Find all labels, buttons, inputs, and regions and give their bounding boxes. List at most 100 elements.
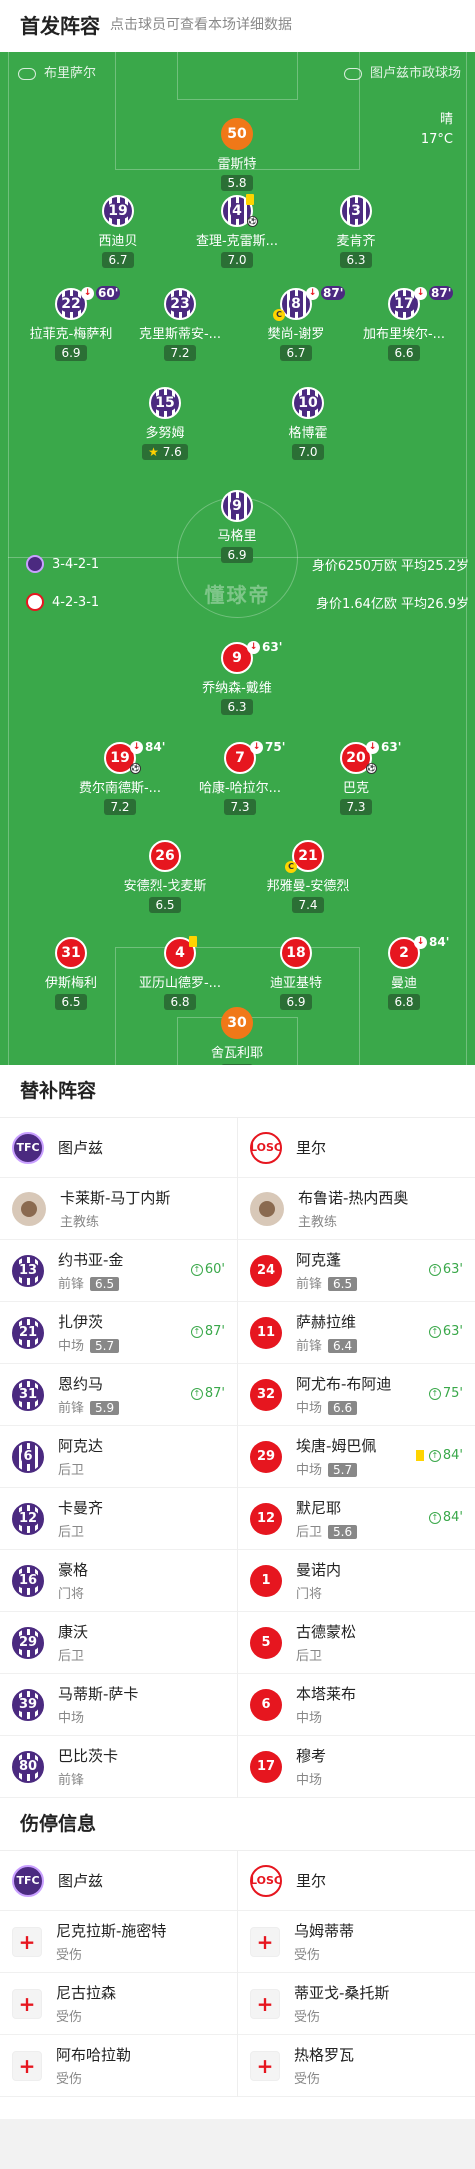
injuries-title: 伤停信息: [20, 1813, 97, 1835]
sub-position: 中场: [58, 1339, 85, 1354]
sub-player-row[interactable]: 21 扎伊茨 中场 5.7 ↑ 87': [0, 1302, 237, 1364]
jersey-number: 23: [164, 288, 196, 320]
sub-position: 后卫: [296, 1649, 323, 1664]
toulouse-player[interactable]: 17 ↓ 87' 加布里埃尔-... 6.6: [339, 286, 469, 361]
sub-player-row[interactable]: 1 曼诺内 门将: [238, 1550, 475, 1612]
sub-player-row[interactable]: 6 本塔莱布 中场: [238, 1674, 475, 1736]
sub-player-row[interactable]: 29 康沃 后卫: [0, 1612, 237, 1674]
injury-status: 受伤: [56, 2072, 83, 2087]
injury-row[interactable]: + 尼古拉森 受伤: [0, 1973, 237, 2035]
lille-player[interactable]: 30舍瓦利耶7.3: [172, 1007, 302, 1065]
injured-name: 蒂亚戈-桑托斯: [294, 1984, 390, 2002]
sub-player-row[interactable]: 31 恩约马 前锋 5.9 ↑ 87': [0, 1364, 237, 1426]
sub-player-row[interactable]: 29 埃唐-姆巴佩 中场 5.7 ↑ 84': [238, 1426, 475, 1488]
player-rating: 7.2: [164, 345, 196, 361]
toulouse-formation: 3-4-2-1: [26, 555, 99, 573]
jersey-number: 12: [250, 1502, 282, 1535]
injury-row[interactable]: + 热格罗瓦 受伤: [238, 2035, 475, 2097]
lille-player[interactable]: 9 ↓ 63' 乔纳森-戴维 6.3: [172, 640, 302, 715]
lille-formation: 4-2-3-1: [26, 593, 99, 611]
goal-ball-icon: ⚽: [130, 763, 141, 774]
injured-name: 热格罗瓦: [294, 2046, 355, 2064]
injured-name: 尼古拉森: [56, 1984, 117, 2002]
lille-player[interactable]: 26 安德烈-戈麦斯 6.5: [100, 840, 230, 913]
toulouse-logo-icon: [26, 555, 44, 573]
lille-player[interactable]: 20 ↓ 63' ⚽ 巴克 7.3: [291, 740, 421, 815]
injury-team-toulouse[interactable]: TFC 图卢兹: [0, 1851, 237, 1911]
injury-row[interactable]: + 尼克拉斯-施密特 受伤: [0, 1911, 237, 1973]
toulouse-player[interactable]: 50 雷斯特 5.8: [172, 118, 302, 191]
sub-in-badge: ↑ 75': [428, 1386, 463, 1401]
injury-team-lille[interactable]: LOSC 里尔: [238, 1851, 475, 1911]
player-name: 查理-克雷斯...: [195, 234, 279, 249]
sub-player-row[interactable]: 12 卡曼齐 后卫: [0, 1488, 237, 1550]
player-name: 西迪贝: [98, 234, 138, 249]
toulouse-player[interactable]: 19 西迪贝 6.7: [53, 195, 183, 268]
sub-player-row[interactable]: 11 萨赫拉维 前锋 6.4 ↑ 63': [238, 1302, 475, 1364]
lineup-header: 首发阵容 点击球员可查看本场详细数据: [0, 0, 475, 48]
jersey-number: 3: [340, 195, 372, 227]
toulouse-player[interactable]: 9 马格里 6.9: [172, 490, 302, 563]
injury-row[interactable]: + 乌姆蒂蒂 受伤: [238, 1911, 475, 1973]
sub-rating: 6.6: [328, 1401, 358, 1415]
jersey-number: 29: [250, 1440, 282, 1473]
player-rating: 6.8: [388, 994, 420, 1010]
injury-row[interactable]: + 阿布哈拉勒 受伤: [0, 2035, 237, 2097]
yellow-card-icon: [189, 936, 197, 947]
sub-player-row[interactable]: 24 阿克蓬 前锋 6.5 ↑ 63': [238, 1240, 475, 1302]
injury-status: 受伤: [56, 2010, 83, 2025]
lille-player[interactable]: 21 C 邦雅曼-安德烈 7.4: [243, 840, 373, 913]
player-name: 克里斯蒂安-...: [138, 327, 222, 342]
subs-team-lille[interactable]: LOSC 里尔: [238, 1118, 475, 1178]
jersey-number: 9: [221, 490, 253, 522]
player-name: 多努姆: [145, 426, 185, 441]
player-name: 巴克: [342, 781, 369, 796]
sub-name: 豪格: [58, 1561, 89, 1579]
subs-team-toulouse[interactable]: TFC 图卢兹: [0, 1118, 237, 1178]
sub-in-arrow-icon: ↑: [190, 1325, 203, 1338]
jersey-number: 9 ↓ 63': [221, 640, 282, 674]
sub-player-row[interactable]: 39 马蒂斯-萨卡 中场: [0, 1674, 237, 1736]
jersey-number: 20 ↓ 63' ⚽: [340, 740, 401, 774]
sub-in-arrow-icon: ↑: [190, 1387, 203, 1400]
lille-player[interactable]: 2 ↓ 84' 曼迪 6.8: [339, 935, 469, 1010]
coach-avatar: [12, 1191, 46, 1226]
jersey-number: 31: [55, 937, 87, 969]
lille-player[interactable]: 4 亚历山德罗-... 6.8: [115, 936, 245, 1010]
medical-cross-icon: +: [250, 2050, 280, 2081]
sub-in-arrow-icon: ↑: [428, 1263, 441, 1276]
sub-player-row[interactable]: 16 豪格 门将: [0, 1550, 237, 1612]
jersey-number: 18: [280, 937, 312, 969]
sub-arrow-icon: ↓: [130, 740, 143, 754]
sub-player-row[interactable]: 6 阿克达 后卫: [0, 1426, 237, 1488]
player-rating: 6.9: [221, 547, 253, 563]
sub-player-row[interactable]: 12 默尼耶 后卫 5.6 ↑ 84': [238, 1488, 475, 1550]
player-rating: 6.5: [55, 994, 87, 1010]
injury-row[interactable]: + 蒂亚戈-桑托斯 受伤: [238, 1973, 475, 2035]
toulouse-player[interactable]: 15 多努姆 ★ 7.6: [100, 387, 230, 460]
medical-cross-icon: +: [250, 1926, 280, 1957]
toulouse-player[interactable]: 4 ⚽ 查理-克雷斯... 7.0: [172, 194, 302, 268]
toulouse-player[interactable]: 3 麦肯齐 6.3: [291, 195, 421, 268]
jersey-number: 12: [12, 1502, 44, 1535]
sub-out-badge: ↓ 63': [366, 740, 401, 754]
sub-player-row[interactable]: 5 古德蒙松 后卫: [238, 1612, 475, 1674]
toulouse-player[interactable]: 10 格博霍 7.0: [243, 387, 373, 460]
coach-row[interactable]: 卡莱斯-马丁内斯 主教练: [0, 1178, 237, 1240]
sub-player-row[interactable]: 80 巴比茨卡 前锋: [0, 1736, 237, 1798]
toulouse-player[interactable]: 23 克里斯蒂安-... 7.2: [115, 288, 245, 361]
lille-player[interactable]: 19 ↓ 84' ⚽ 费尔南德斯-... 7.2: [55, 740, 185, 815]
sub-position: 前锋: [58, 1401, 85, 1416]
jersey-number: 32: [250, 1378, 282, 1411]
jersey-number: 21: [12, 1316, 44, 1349]
toulouse-logo-icon: TFC: [12, 1131, 44, 1164]
player-name: 麦肯齐: [336, 234, 376, 249]
sub-player-row[interactable]: 17 穆考 中场: [238, 1736, 475, 1798]
jersey-number: 17: [250, 1750, 282, 1783]
sub-name: 卡曼齐: [58, 1499, 104, 1517]
sub-player-row[interactable]: 32 阿尤布-布阿迪 中场 6.6 ↑ 75': [238, 1364, 475, 1426]
sub-player-row[interactable]: 13 约书亚-金 前锋 6.5 ↑ 60': [0, 1240, 237, 1302]
coach-row[interactable]: 布鲁诺-热内西奥 主教练: [238, 1178, 475, 1240]
venue-label: 图卢兹市政球场: [343, 62, 461, 81]
lille-player[interactable]: 7 ↓ 75' 哈康-哈拉尔... 7.3: [175, 740, 305, 815]
